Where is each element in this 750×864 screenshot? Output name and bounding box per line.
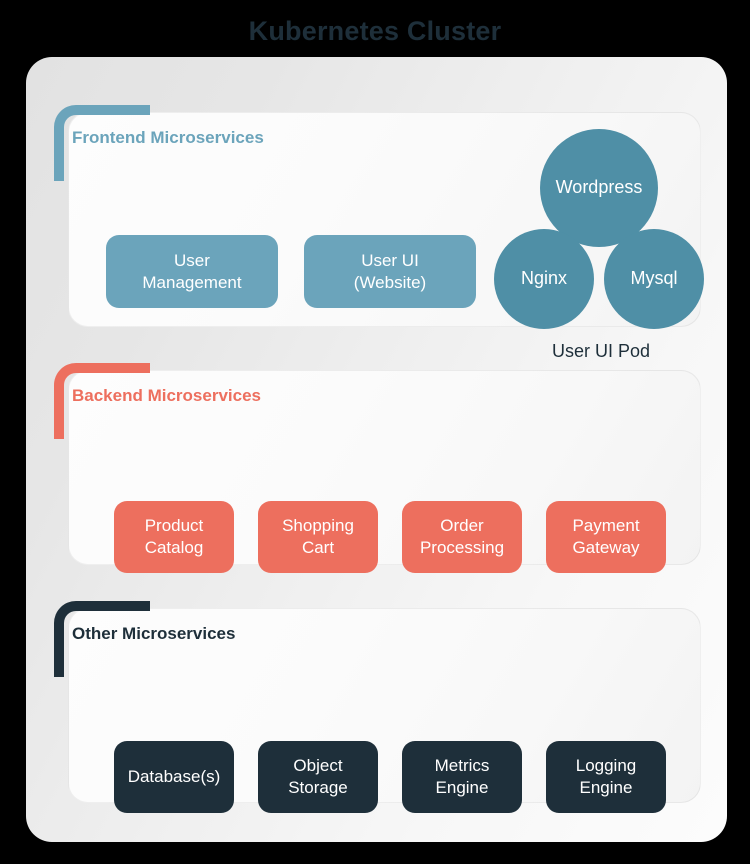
service-box-shopping-cart[interactable]: Shopping Cart xyxy=(258,501,378,573)
diagram-canvas: Kubernetes Cluster Frontend Microservice… xyxy=(0,0,750,864)
pod-circle-nginx[interactable]: Nginx xyxy=(494,229,594,329)
service-box-product-catalog[interactable]: Product Catalog xyxy=(114,501,234,573)
service-box-user-ui-website[interactable]: User UI (Website) xyxy=(304,235,476,308)
kubernetes-cluster-container: Frontend Microservices User Management U… xyxy=(26,57,727,842)
user-ui-pod-group: Wordpress Nginx Mysql User UI Pod xyxy=(488,129,714,379)
page-title: Kubernetes Cluster xyxy=(248,16,502,46)
service-box-logging-engine[interactable]: Logging Engine xyxy=(546,741,666,813)
service-box-databases[interactable]: Database(s) xyxy=(114,741,234,813)
frontend-section-label: Frontend Microservices xyxy=(72,128,264,147)
service-box-payment-gateway[interactable]: Payment Gateway xyxy=(546,501,666,573)
backend-section-label: Backend Microservices xyxy=(72,386,261,405)
frontend-service-row: User Management User UI (Website) xyxy=(106,235,476,308)
service-box-object-storage[interactable]: Object Storage xyxy=(258,741,378,813)
other-service-row: Database(s) Object Storage Metrics Engin… xyxy=(114,741,666,813)
backend-service-row: Product Catalog Shopping Cart Order Proc… xyxy=(114,501,666,573)
service-box-order-processing[interactable]: Order Processing xyxy=(402,501,522,573)
pod-circle-wordpress[interactable]: Wordpress xyxy=(540,129,658,247)
user-ui-pod-caption: User UI Pod xyxy=(551,341,651,361)
other-section-label: Other Microservices xyxy=(72,624,236,643)
pod-circle-mysql[interactable]: Mysql xyxy=(604,229,704,329)
service-box-user-management[interactable]: User Management xyxy=(106,235,278,308)
service-box-metrics-engine[interactable]: Metrics Engine xyxy=(402,741,522,813)
